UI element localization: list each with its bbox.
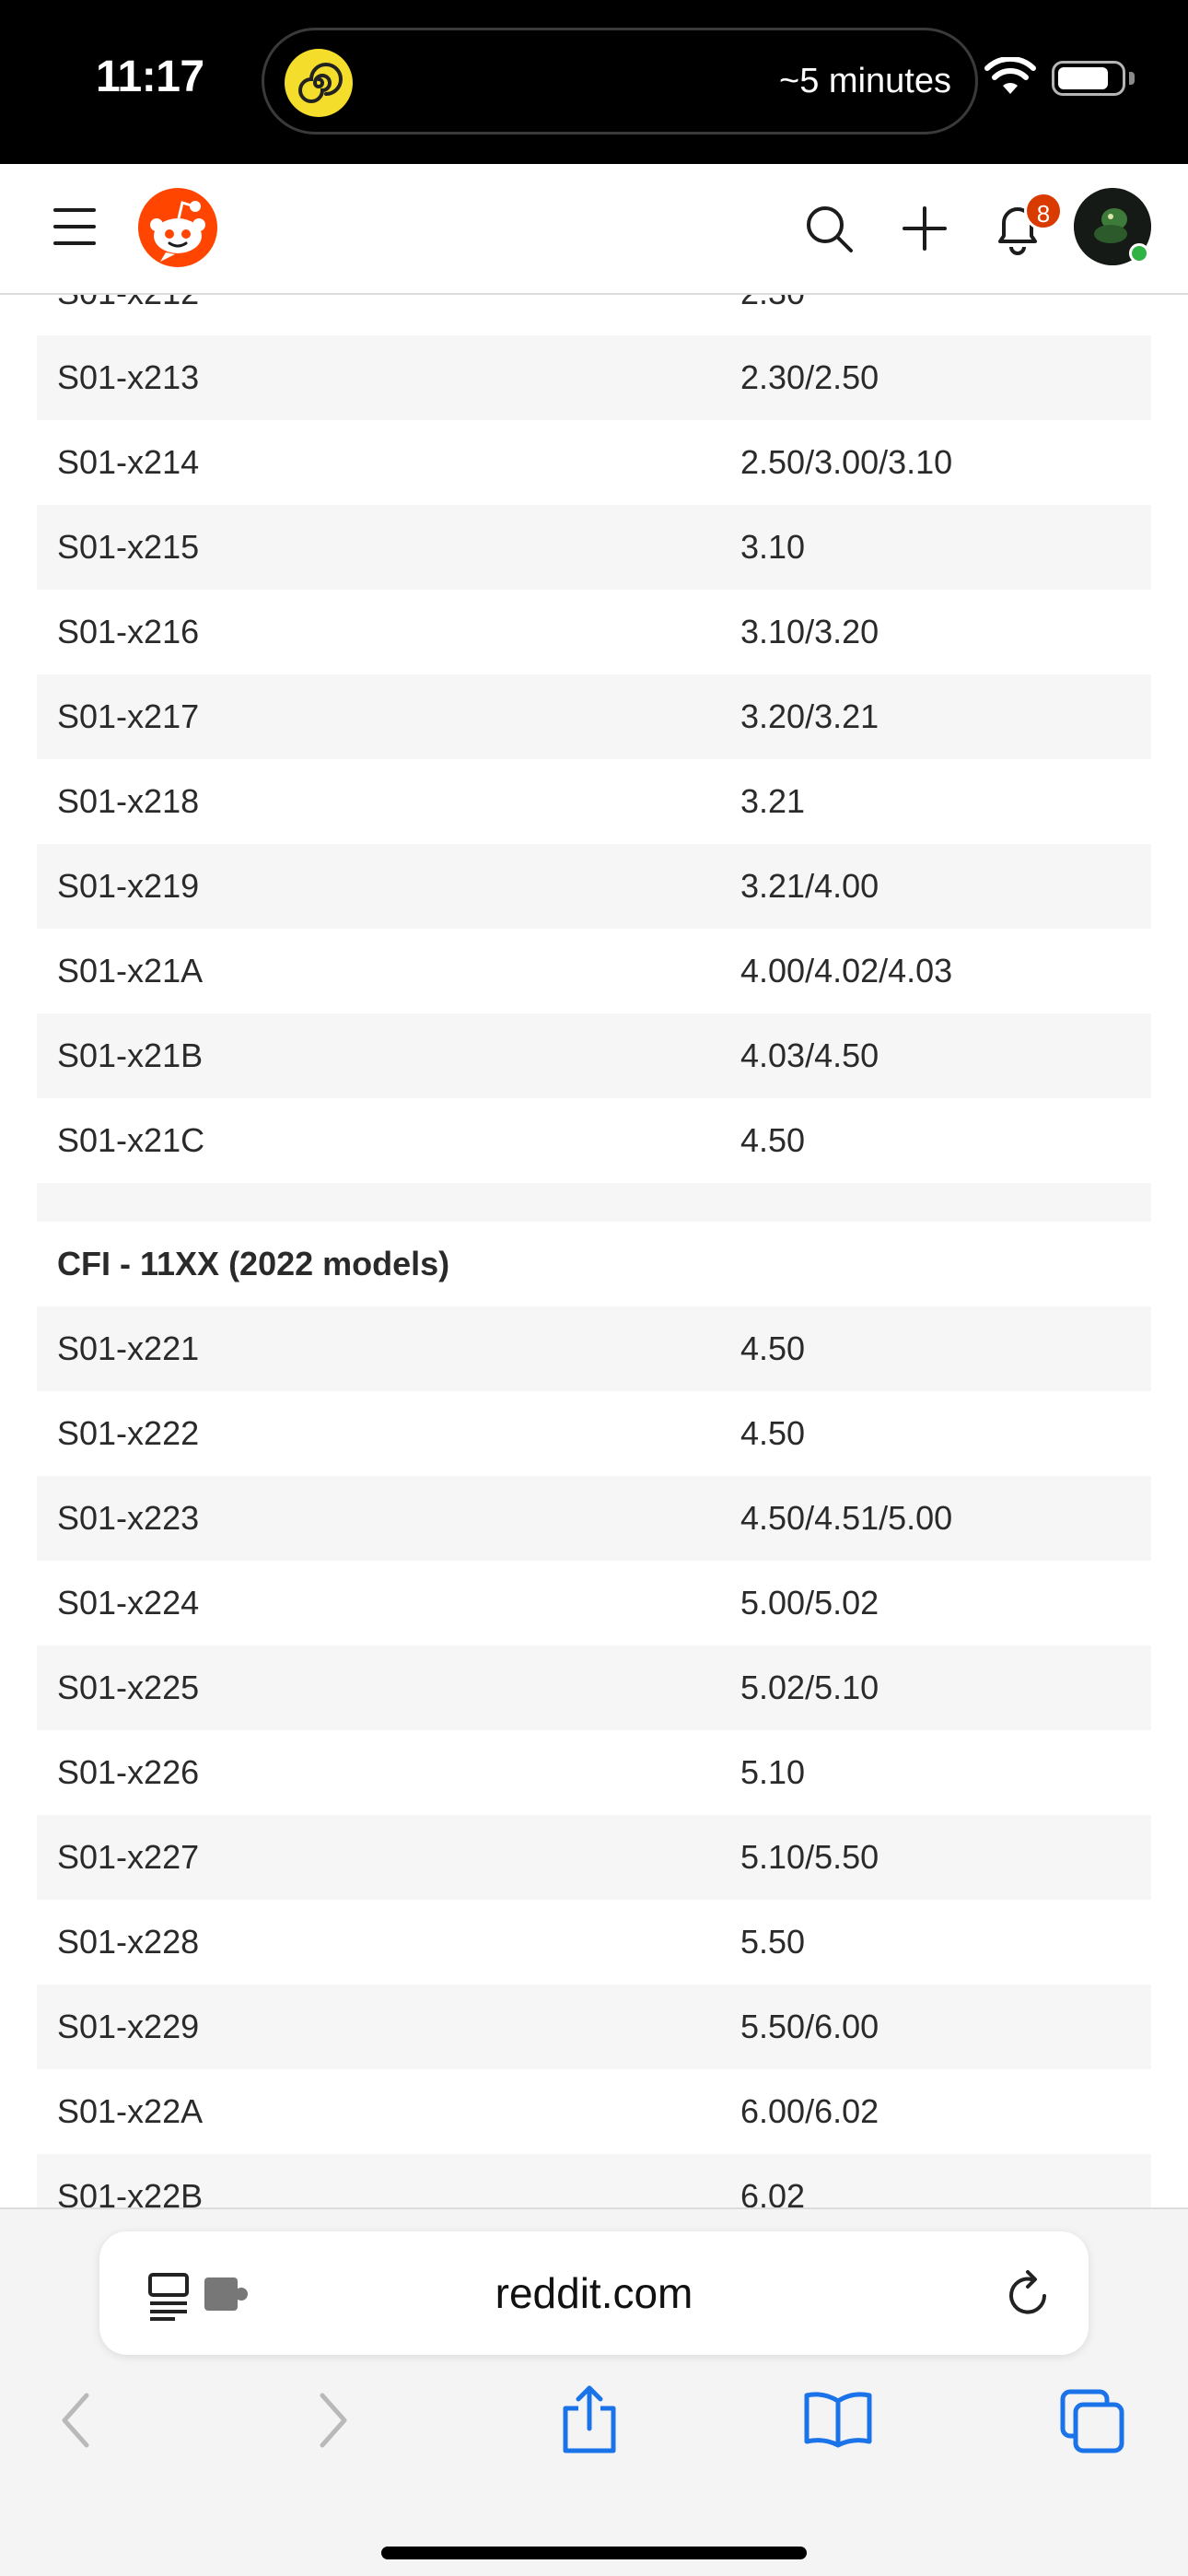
firmware-cell: 4.50/4.51/5.00	[740, 1499, 953, 1537]
model-cell: S01-x217	[57, 697, 200, 735]
table-row: S01-x221 4.50	[37, 1306, 1151, 1391]
home-indicator[interactable]	[381, 2547, 807, 2559]
battery-cap	[1129, 72, 1135, 85]
activity-text: ~5 minutes	[779, 62, 951, 100]
dynamic-island[interactable]: ~5 minutes	[262, 28, 978, 135]
online-status-dot	[1129, 243, 1149, 263]
model-cell: S01-x21C	[57, 1121, 205, 1159]
firmware-cell: 6.00/6.02	[740, 2092, 879, 2130]
status-bar: 11:17 ~5 minutes	[0, 0, 1188, 164]
model-cell: S01-x223	[57, 1499, 200, 1537]
model-cell: S01-x214	[57, 443, 200, 481]
model-cell: S01-x212	[57, 295, 199, 335]
firmware-table: S01-x212 2.30 S01-x213 2.30/2.50 S01-x21…	[37, 295, 1151, 2207]
bookmarks-icon[interactable]	[803, 2390, 873, 2449]
model-cell: S01-x22A	[57, 2092, 204, 2130]
browser-toolbar: reddit.com	[0, 2207, 1188, 2576]
url-text[interactable]: reddit.com	[99, 2268, 1089, 2318]
table-row: S01-x217 3.20/3.21	[37, 674, 1151, 759]
firmware-cell: 3.10	[740, 528, 806, 566]
firmware-cell: 3.10/3.20	[740, 613, 879, 650]
table-row: S01-x22B 6.02	[37, 2154, 1151, 2207]
model-cell: S01-x226	[57, 1753, 200, 1791]
model-cell: S01-x229	[57, 2008, 200, 2045]
model-cell: S01-x218	[57, 782, 200, 820]
firmware-cell: 4.00/4.02/4.03	[740, 952, 953, 989]
battery-icon	[1052, 61, 1125, 96]
table-row: S01-x213 2.30/2.50	[37, 335, 1151, 420]
app-header: 8	[0, 164, 1188, 295]
reddit-logo[interactable]	[138, 188, 217, 267]
table-section-header: CFI - 11XX (2022 models)	[37, 1222, 1151, 1306]
model-cell: S01-x225	[57, 1669, 200, 1706]
table-row: S01-x21A 4.00/4.02/4.03	[37, 929, 1151, 1013]
post-content: S01-x212 2.30 S01-x213 2.30/2.50 S01-x21…	[0, 295, 1188, 2207]
search-icon[interactable]	[803, 203, 855, 254]
firmware-cell: 5.10	[740, 1753, 806, 1791]
tabs-icon[interactable]	[1059, 2388, 1125, 2454]
firmware-cell: 3.21/4.00	[740, 867, 879, 905]
table-row: S01-x219 3.21/4.00	[37, 844, 1151, 929]
firmware-cell: 6.02	[740, 2177, 806, 2207]
model-cell: S01-x228	[57, 1923, 200, 1961]
model-cell: S01-x219	[57, 867, 200, 905]
table-row: S01-x224 5.00/5.02	[37, 1561, 1151, 1645]
table-row: S01-x212 2.30	[37, 295, 1151, 335]
firmware-cell: 5.50/6.00	[740, 2008, 879, 2045]
table-row: S01-x226 5.10	[37, 1730, 1151, 1815]
model-cell: S01-x222	[57, 1414, 200, 1452]
table-spacer-row	[37, 1183, 1151, 1222]
table-row: S01-x215 3.10	[37, 505, 1151, 590]
section-title: CFI - 11XX (2022 models)	[57, 1245, 450, 1282]
forward-icon[interactable]	[315, 2392, 352, 2449]
wifi-icon	[984, 57, 1036, 94]
firmware-cell: 5.00/5.02	[740, 1584, 879, 1622]
firmware-cell: 5.10/5.50	[740, 1838, 879, 1876]
screen: 11:17 ~5 minutes 8 S01-x213 2.30/2.50 S0…	[0, 0, 1188, 2576]
share-icon[interactable]	[558, 2384, 621, 2454]
notification-badge: 8	[1024, 192, 1063, 230]
table-row: S01-x229 5.50/6.00	[37, 1985, 1151, 2069]
firmware-cell: 5.02/5.10	[740, 1669, 879, 1706]
model-cell: S01-x22B	[57, 2177, 204, 2207]
model-cell: S01-x216	[57, 613, 200, 650]
firmware-cell: 3.20/3.21	[740, 697, 879, 735]
firmware-cell: 4.03/4.50	[740, 1036, 879, 1074]
firmware-cell: 2.30/2.50	[740, 358, 879, 396]
table-row: S01-x223 4.50/4.51/5.00	[37, 1476, 1151, 1561]
firmware-cell: 4.50	[740, 1121, 806, 1159]
firmware-cell: 4.50	[740, 1414, 806, 1452]
table-row: S01-x222 4.50	[37, 1391, 1151, 1476]
firmware-cell: 3.21	[740, 782, 806, 820]
table-row: S01-x218 3.21	[37, 759, 1151, 844]
menu-icon[interactable]	[53, 208, 98, 245]
firmware-cell: 2.50/3.00/3.10	[740, 443, 953, 481]
model-cell: S01-x21A	[57, 952, 204, 989]
status-time: 11:17	[96, 53, 204, 101]
address-bar[interactable]: reddit.com	[99, 2231, 1089, 2355]
firmware-cell: 2.30	[740, 295, 805, 335]
plus-icon[interactable]	[901, 205, 949, 252]
model-cell: S01-x224	[57, 1584, 200, 1622]
table-row: S01-x227 5.10/5.50	[37, 1815, 1151, 1900]
table-row: S01-x216 3.10/3.20	[37, 590, 1151, 674]
model-cell: S01-x215	[57, 528, 200, 566]
firmware-cell: 4.50	[740, 1329, 806, 1367]
model-cell: S01-x213	[57, 358, 200, 396]
table-row: S01-x21C 4.50	[37, 1098, 1151, 1183]
model-cell: S01-x227	[57, 1838, 200, 1876]
table-row: S01-x214 2.50/3.00/3.10	[37, 420, 1151, 505]
table-row: S01-x21B 4.03/4.50	[37, 1013, 1151, 1098]
table-row: S01-x225 5.02/5.10	[37, 1645, 1151, 1730]
reload-icon[interactable]	[1004, 2268, 1054, 2320]
model-cell: S01-x221	[57, 1329, 200, 1367]
table-row: S01-x228 5.50	[37, 1900, 1151, 1985]
spiral-app-icon	[285, 49, 353, 117]
table-row: S01-x22A 6.00/6.02	[37, 2069, 1151, 2154]
model-cell: S01-x21B	[57, 1036, 204, 1074]
firmware-cell: 5.50	[740, 1923, 806, 1961]
back-icon[interactable]	[57, 2392, 94, 2449]
